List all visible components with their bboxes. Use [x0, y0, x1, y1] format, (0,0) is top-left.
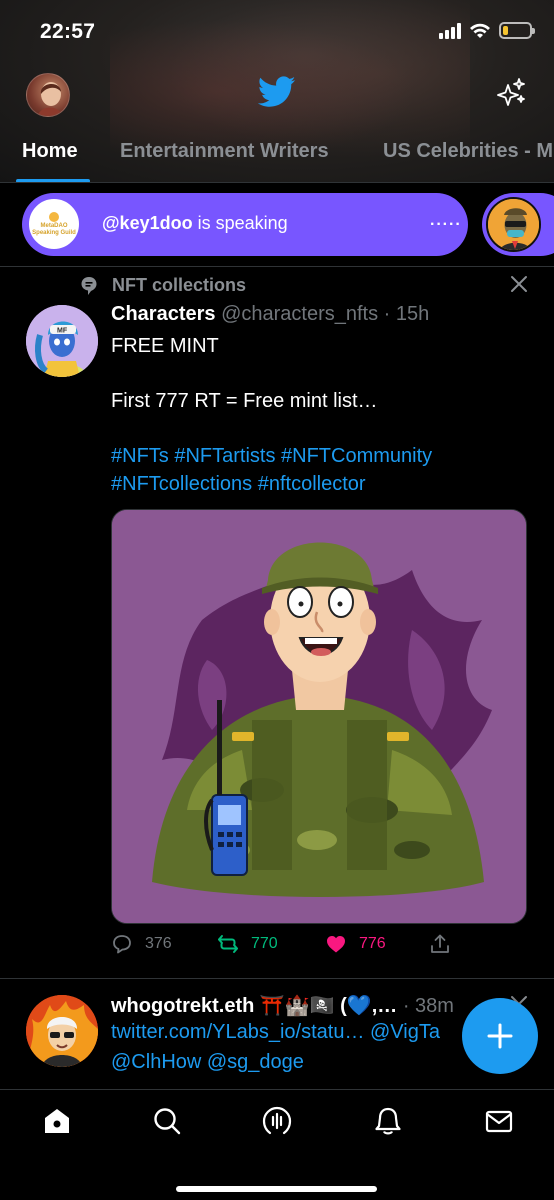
- compose-tweet-button[interactable]: [462, 998, 538, 1074]
- author-name[interactable]: whogotrekt.eth ⛩️🏰🏴‍☠️ (💙,…: [111, 995, 397, 1017]
- reply-icon: [113, 935, 131, 954]
- notifications-icon[interactable]: [373, 1106, 403, 1136]
- speaker-handle: @key1doo: [102, 213, 193, 233]
- tab-us-celebrities[interactable]: US Celebrities - M: [383, 140, 553, 163]
- audio-dots-icon: ·····: [430, 216, 462, 233]
- search-icon[interactable]: [152, 1106, 182, 1136]
- social-context: NFT collections: [80, 275, 246, 296]
- tweet-link-line[interactable]: twitter.com/YLabs_io/statu… @VigTa: [111, 1021, 440, 1044]
- sparkle-icon[interactable]: [494, 76, 528, 110]
- wifi-icon: [470, 23, 490, 38]
- live-space-card[interactable]: MetaDAO Speaking Guild @key1doo is speak…: [22, 193, 468, 256]
- space-host-avatar-2: [486, 197, 541, 252]
- tweet-mention-line[interactable]: @ClhHow @sg_doge: [111, 1051, 304, 1074]
- bottom-navigation: [0, 1089, 554, 1200]
- reply-button[interactable]: 376: [111, 933, 172, 955]
- tweet-card[interactable]: NFT collections MF Characters @character…: [0, 267, 554, 978]
- host-badge-logo: MetaDAO Speaking Guild: [32, 202, 76, 246]
- status-time: 22:57: [40, 20, 96, 43]
- space-speaker-text: @key1doo is speaking: [102, 213, 288, 234]
- space-host-avatar: MetaDAO Speaking Guild: [27, 197, 81, 251]
- svg-text:MF: MF: [57, 328, 68, 335]
- author-avatar[interactable]: MF: [26, 305, 98, 377]
- close-icon[interactable]: [510, 275, 528, 293]
- home-indicator[interactable]: [176, 1186, 377, 1192]
- tweet-text: FREE MINT First 777 RT = Free mint list……: [111, 333, 531, 498]
- topic-icon: [81, 276, 97, 295]
- reply-count: 376: [145, 935, 172, 952]
- speaker-suffix: is speaking: [192, 213, 288, 233]
- battery-level: [503, 26, 508, 35]
- host-badge-line1: MetaDAO: [40, 222, 68, 229]
- tab-home[interactable]: Home: [22, 140, 78, 163]
- profile-avatar[interactable]: [26, 73, 70, 117]
- spaces-icon[interactable]: [262, 1106, 292, 1136]
- tweet-header: Characters @characters_nfts · 15h: [111, 303, 429, 326]
- tweet-timestamp[interactable]: 15h: [396, 303, 429, 325]
- author-handle[interactable]: @characters_nfts: [221, 303, 378, 325]
- twitter-bird-icon[interactable]: [258, 76, 296, 108]
- retweet-button[interactable]: 770: [217, 933, 278, 955]
- like-button[interactable]: 776: [325, 933, 386, 955]
- like-count: 776: [359, 935, 386, 952]
- home-icon[interactable]: [42, 1106, 72, 1136]
- tweet-text-line: First 777 RT = Free mint list…: [111, 390, 378, 412]
- battery-icon: [499, 22, 535, 39]
- tweet-text-line: FREE MINT: [111, 335, 219, 357]
- messages-icon[interactable]: [484, 1106, 514, 1136]
- retweet-count: 770: [251, 935, 278, 952]
- status-icons: [439, 22, 535, 39]
- author-name[interactable]: Characters: [111, 303, 216, 325]
- retweet-icon: [218, 935, 238, 953]
- hashtag-line[interactable]: #NFTcollections #nftcollector: [111, 471, 531, 499]
- cellular-signal-icon: [439, 22, 461, 39]
- share-button[interactable]: [429, 933, 463, 955]
- meta-separator: ·: [378, 303, 396, 325]
- tweet-timestamp[interactable]: · 38m: [403, 995, 454, 1017]
- tweet-actions: 376 770 776: [111, 933, 527, 963]
- live-space-card-2[interactable]: [482, 193, 554, 256]
- spaces-bar: MetaDAO Speaking Guild @key1doo is speak…: [0, 183, 554, 267]
- hashtag-line[interactable]: #NFTs #NFTartists #NFTCommunity: [111, 443, 531, 471]
- tweet-text-line: [111, 416, 531, 444]
- tweet-header: whogotrekt.eth ⛩️🏰🏴‍☠️ (💙,… · 38m: [111, 993, 521, 1018]
- tab-entertainment-writers[interactable]: Entertainment Writers: [120, 140, 329, 163]
- planet-icon: [49, 211, 59, 222]
- share-icon: [431, 934, 449, 953]
- heart-icon: [327, 936, 345, 953]
- tweet-text-line: [111, 361, 531, 389]
- timeline-tabs: Home Entertainment Writers US Celebritie…: [0, 136, 554, 183]
- author-avatar[interactable]: [26, 995, 98, 1067]
- host-badge-line2: Speaking Guild: [32, 229, 76, 236]
- social-context-label[interactable]: NFT collections: [112, 275, 246, 296]
- plus-icon: [487, 1023, 513, 1049]
- tweet-image[interactable]: [111, 509, 527, 924]
- top-header: 22:57 Home Entertainment Writers US Cele…: [0, 0, 554, 183]
